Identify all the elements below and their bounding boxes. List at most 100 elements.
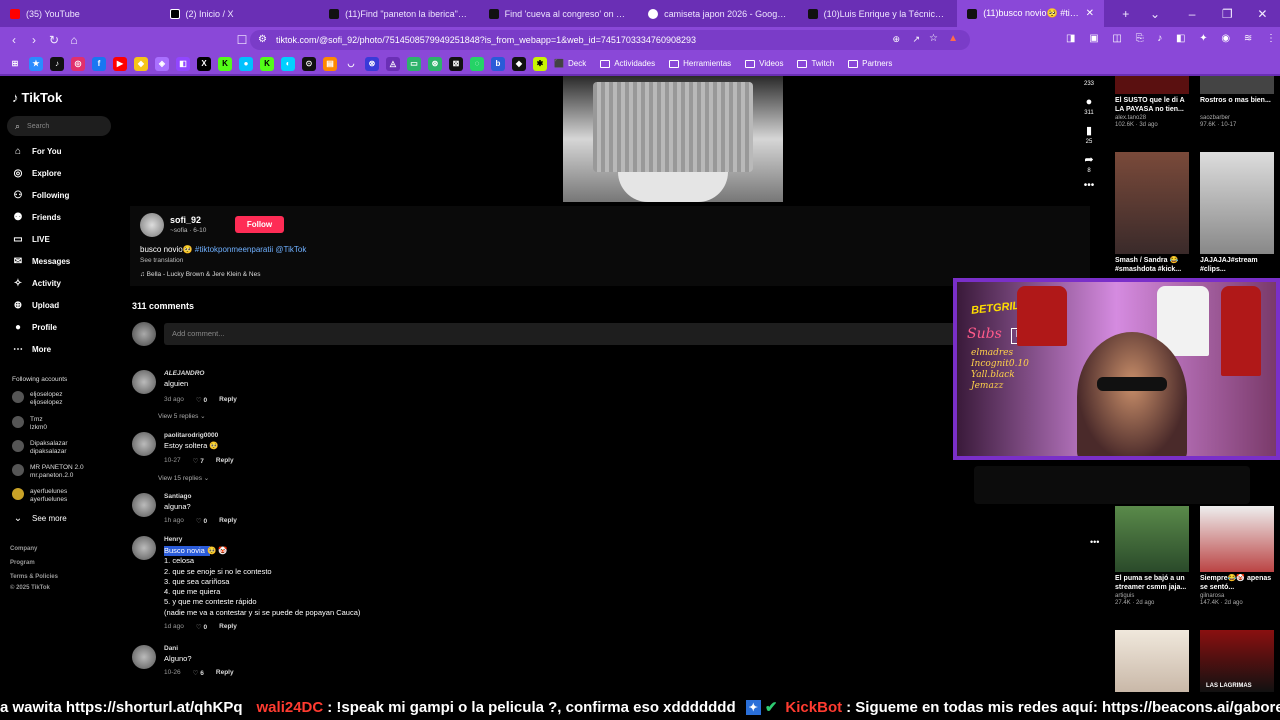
bookmark-folder-deck[interactable]: ⬛ Deck xyxy=(554,59,586,68)
author-avatar[interactable] xyxy=(140,213,164,237)
see-more-button[interactable]: ⌄ See more xyxy=(12,513,67,524)
vpn-icon[interactable]: ◉ xyxy=(1221,33,1230,47)
bookmark-icon[interactable]: ◆ xyxy=(512,56,526,71)
puzzle-icon[interactable]: ✦ xyxy=(1199,33,1207,47)
avatar[interactable] xyxy=(132,432,156,456)
tiktok-bookmark-icon[interactable]: ♪ xyxy=(50,56,64,71)
tab-list-icon[interactable]: ⌄ xyxy=(1136,7,1175,21)
bookmark-icon[interactable]: ★ xyxy=(29,56,43,71)
recommended-video[interactable]: JAJAJAJ#stream #clips... xyxy=(1200,152,1274,274)
following-account[interactable]: eljoselopez eljoselopez xyxy=(12,391,63,407)
nav-for-you[interactable]: ⌂ For You xyxy=(12,146,62,157)
tab-google-search[interactable]: camiseta japon 2026 - Google Search xyxy=(638,0,798,27)
facebook-icon[interactable]: f xyxy=(92,56,106,71)
share-icon[interactable]: ➦ xyxy=(1078,153,1100,166)
close-window-icon[interactable]: ✕ xyxy=(1245,7,1280,21)
tab-tiktok-search-paneton[interactable]: (11)Find "paneton la iberica" on TikTok xyxy=(319,0,479,27)
author-username[interactable]: sofi_92 xyxy=(170,215,201,225)
hashtag-link[interactable]: #tiktokponmeenparatii xyxy=(195,245,273,254)
comment-username[interactable]: Henry xyxy=(164,536,182,543)
see-translation-link[interactable]: See translation xyxy=(140,257,183,264)
nav-upload[interactable]: ⊕ Upload xyxy=(12,300,59,311)
nav-friends[interactable]: ⚉ Friends xyxy=(12,212,61,223)
bookmark-icon[interactable]: ◡ xyxy=(344,56,358,71)
extension-icon[interactable]: ◧ xyxy=(1176,33,1185,47)
bookmark-icon[interactable]: ◆ xyxy=(134,56,148,71)
nav-messages[interactable]: ✉ Messages xyxy=(12,256,70,267)
bookmark-folder-herramientas[interactable]: Herramientas xyxy=(669,59,731,68)
view-replies-button[interactable]: View 15 replies ⌄ xyxy=(158,474,209,482)
nav-live[interactable]: ▭ LIVE xyxy=(12,234,50,245)
nav-following[interactable]: ⚇ Following xyxy=(12,190,70,201)
extension-icon[interactable]: ◫ xyxy=(1112,33,1121,47)
reply-button[interactable]: Reply xyxy=(216,457,234,465)
zoom-icon[interactable]: ⊕ xyxy=(892,34,900,45)
recommended-video[interactable]: El SUSTO que le di A LA PAYASA no tien..… xyxy=(1115,76,1189,128)
reload-icon[interactable]: ↻ xyxy=(44,33,64,47)
kick-icon[interactable]: K xyxy=(260,56,274,71)
comment-username[interactable]: Santiago xyxy=(164,493,191,500)
x-bookmark-icon[interactable]: X xyxy=(197,56,211,71)
bookmark-folder-videos[interactable]: Videos xyxy=(745,59,783,68)
like-button[interactable]: ♡ 6 xyxy=(193,669,204,677)
instagram-icon[interactable]: ◎ xyxy=(71,56,85,71)
youtube-bookmark-icon[interactable]: ▶ xyxy=(113,56,127,71)
bookmark-icon[interactable]: K xyxy=(218,56,232,71)
bookmark-icon[interactable]: ◬ xyxy=(386,56,400,71)
following-account[interactable]: Tmz lzkm0 xyxy=(12,416,47,432)
comment-username[interactable]: paolitarodrig0000 xyxy=(164,432,218,439)
bookmark-icon[interactable]: b xyxy=(491,56,505,71)
bookmark-icon[interactable]: ⊛ xyxy=(428,56,442,71)
bookmark-icon[interactable]: ◈ xyxy=(155,56,169,71)
address-bar[interactable]: ⚙ tiktok.com/@sofi_92/photo/751450857994… xyxy=(250,30,970,50)
shield-icon[interactable]: ▲ xyxy=(948,33,958,44)
maximize-icon[interactable]: ❐ xyxy=(1210,7,1245,21)
back-icon[interactable]: ‹ xyxy=(4,33,24,47)
like-button[interactable]: ♡ 0 xyxy=(196,623,207,631)
bookmark-folder-twitch[interactable]: Twitch xyxy=(797,59,834,68)
tiktok-logo[interactable]: ♪ TikTok xyxy=(12,90,62,105)
extension-icon[interactable]: ◨ xyxy=(1066,33,1075,47)
apps-icon[interactable]: ⊞ xyxy=(8,57,22,71)
whatsapp-icon[interactable]: ◌ xyxy=(470,56,484,71)
bookmark-icon[interactable]: ⊗ xyxy=(365,56,379,71)
star-icon[interactable]: ☆ xyxy=(929,33,938,44)
recommended-video[interactable]: Smash / Sandra 😂 #smashdota #kick... xyxy=(1115,152,1189,274)
recommended-video[interactable]: LAS LAGRIMAS xyxy=(1200,630,1274,692)
footer-link-terms[interactable]: Terms & Policies xyxy=(10,574,58,580)
recommended-video[interactable]: El puma se bajó a un streamer csmm jaja.… xyxy=(1115,506,1189,606)
reply-button[interactable]: Reply xyxy=(219,623,237,631)
comment-username[interactable]: ALEJANDRO xyxy=(164,370,204,377)
tab-tiktok-busco-novio[interactable]: (11)busco novio🥺 #tiktokpon ✕ xyxy=(957,0,1105,27)
share-icon[interactable]: ↗ xyxy=(912,34,920,45)
follow-button[interactable]: Follow xyxy=(235,216,284,233)
footer-link-company[interactable]: Company xyxy=(10,546,37,552)
reply-button[interactable]: Reply xyxy=(219,517,237,525)
following-account[interactable]: ayerfuelunes ayerfuelunes xyxy=(12,488,67,504)
post-photo[interactable] xyxy=(563,76,783,202)
avatar[interactable] xyxy=(132,536,156,560)
new-tab-icon[interactable]: + xyxy=(1116,7,1136,21)
bookmark-icon[interactable]: ▭ xyxy=(407,56,421,71)
bookmark-folder-actividades[interactable]: Actividades xyxy=(600,59,655,68)
bookmark-icon[interactable]: ⊠ xyxy=(449,56,463,71)
tab-x[interactable]: (2) Inicio / X xyxy=(160,0,320,27)
nav-activity[interactable]: ✧ Activity xyxy=(12,278,61,289)
recommended-video[interactable]: Siempre😂🤡 apenas se sentó... gilnarosa 1… xyxy=(1200,506,1274,606)
bookmark-folder-partners[interactable]: Partners xyxy=(848,59,892,68)
bookmark-icon[interactable]: ⊙ xyxy=(302,56,316,71)
bookmark-icon[interactable]: ▮ xyxy=(1078,124,1100,137)
footer-link-program[interactable]: Program xyxy=(10,560,35,566)
music-icon[interactable]: ♪ xyxy=(1157,33,1162,47)
nav-more[interactable]: ⋯ More xyxy=(12,344,51,355)
like-button[interactable]: ♡ 0 xyxy=(196,396,207,404)
comment-icon[interactable]: ● xyxy=(1078,96,1100,108)
recommended-video[interactable] xyxy=(1115,630,1189,692)
bookmark-icon[interactable]: ▤ xyxy=(323,56,337,71)
mention-link[interactable]: @TikTok xyxy=(275,245,306,254)
bookmark-icon[interactable]: ◐ xyxy=(281,56,295,71)
avatar[interactable] xyxy=(132,645,156,669)
forward-icon[interactable]: › xyxy=(24,33,44,47)
avatar[interactable] xyxy=(132,493,156,517)
like-button[interactable]: ♡ 7 xyxy=(193,457,204,465)
